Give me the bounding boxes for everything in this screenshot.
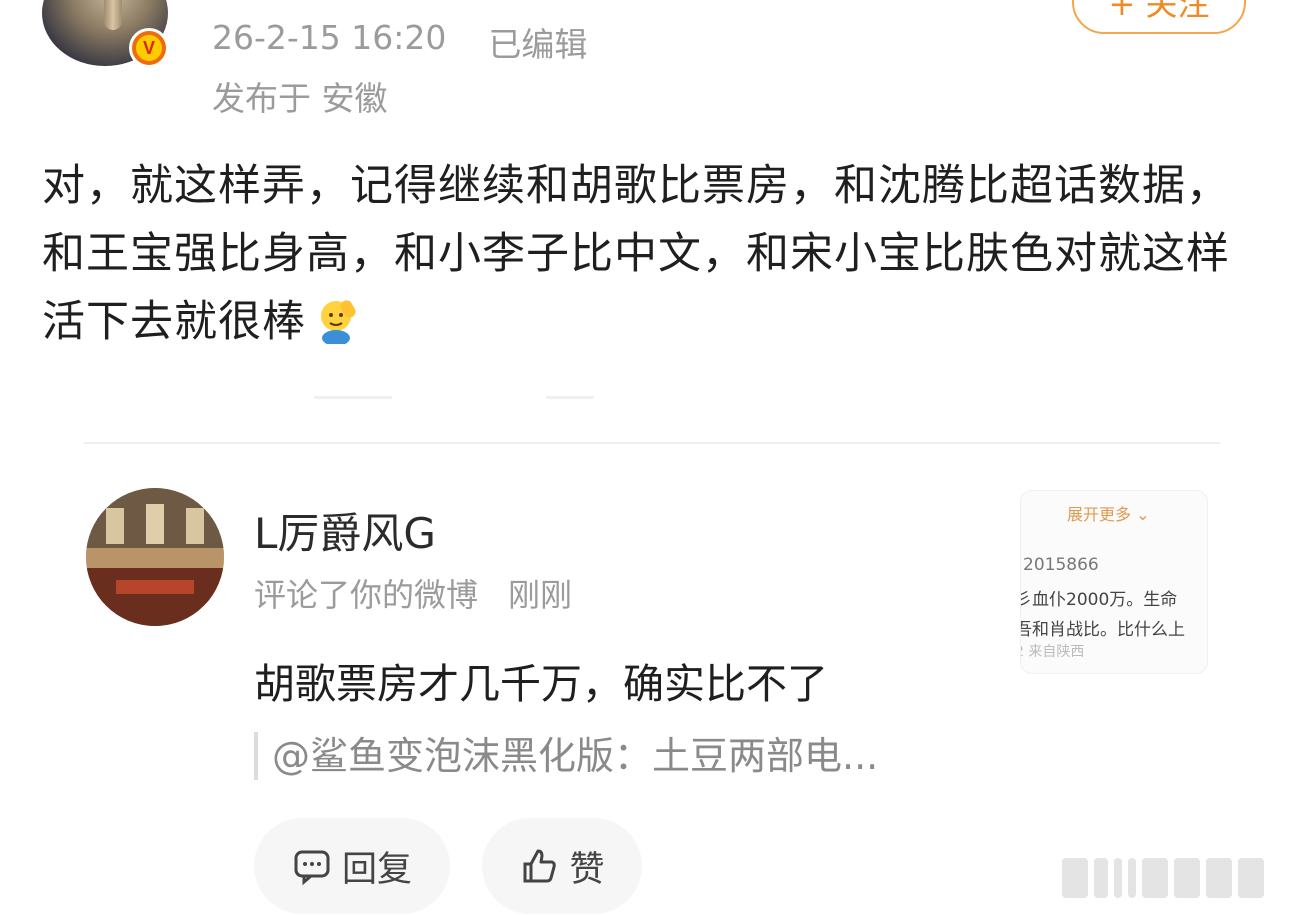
- like-button[interactable]: 赞: [482, 818, 642, 914]
- post-meta: 26-2-15 16:20 已编辑: [212, 18, 587, 66]
- comment-icon: [294, 850, 330, 886]
- quoted-comment[interactable]: @鲨鱼变泡沫黑化版：土豆两部电...: [254, 732, 878, 780]
- thumbnail-line: 彡血仆2000万。生命: [1020, 590, 1178, 610]
- verified-badge-icon: V: [129, 28, 169, 68]
- section-divider: [84, 442, 1220, 444]
- comment-text: 胡歌票房才几千万，确实比不了: [254, 660, 828, 708]
- expand-more-link[interactable]: 展开更多 ⌄: [1067, 501, 1150, 525]
- reply-button[interactable]: 回复: [254, 818, 450, 914]
- post-timestamp: 26-2-15 16:20: [212, 18, 447, 57]
- avatar-photo-icon: [86, 488, 224, 626]
- comment-action: 评论了你的微博: [254, 576, 479, 614]
- thumbnail-line: 2 来自陕西: [1020, 644, 1085, 660]
- verified-badge-letter: V: [136, 35, 162, 61]
- post-edited-label[interactable]: 已编辑: [488, 18, 587, 66]
- comment-meta: 评论了你的微博 刚刚: [254, 570, 572, 616]
- follow-button[interactable]: + 关注: [1072, 0, 1246, 34]
- like-label: 赞: [569, 849, 605, 890]
- reply-label: 回复: [341, 849, 412, 890]
- post-text: 对，就这样弄，记得继续和胡歌比票房，和沈腾比超话数据，和王宝强比身高，和小李子比…: [42, 161, 1230, 347]
- post-body: 对，就这样弄，记得继续和胡歌比票房，和沈腾比超话数据，和王宝强比身高，和小李子比…: [42, 152, 1252, 356]
- thumbnail-line: 吾和肖战比。比什么上: [1020, 620, 1185, 640]
- commenter-name[interactable]: L厉爵风G: [254, 500, 436, 561]
- comment-time: 刚刚: [508, 576, 573, 614]
- post-location: 发布于 安徽: [212, 79, 388, 118]
- watermark-bars: [1062, 858, 1264, 898]
- commenter-avatar[interactable]: [86, 488, 224, 626]
- thumbs-up-icon: [523, 849, 557, 883]
- thumbnail-line: 2015866: [1023, 555, 1099, 575]
- saluting-face-emoji-icon: [321, 300, 356, 344]
- original-post-thumbnail[interactable]: 展开更多 ⌄ 2015866 彡血仆2000万。生命 吾和肖战比。比什么上 2 …: [1020, 490, 1208, 674]
- avatar-image-detail: [104, 0, 122, 30]
